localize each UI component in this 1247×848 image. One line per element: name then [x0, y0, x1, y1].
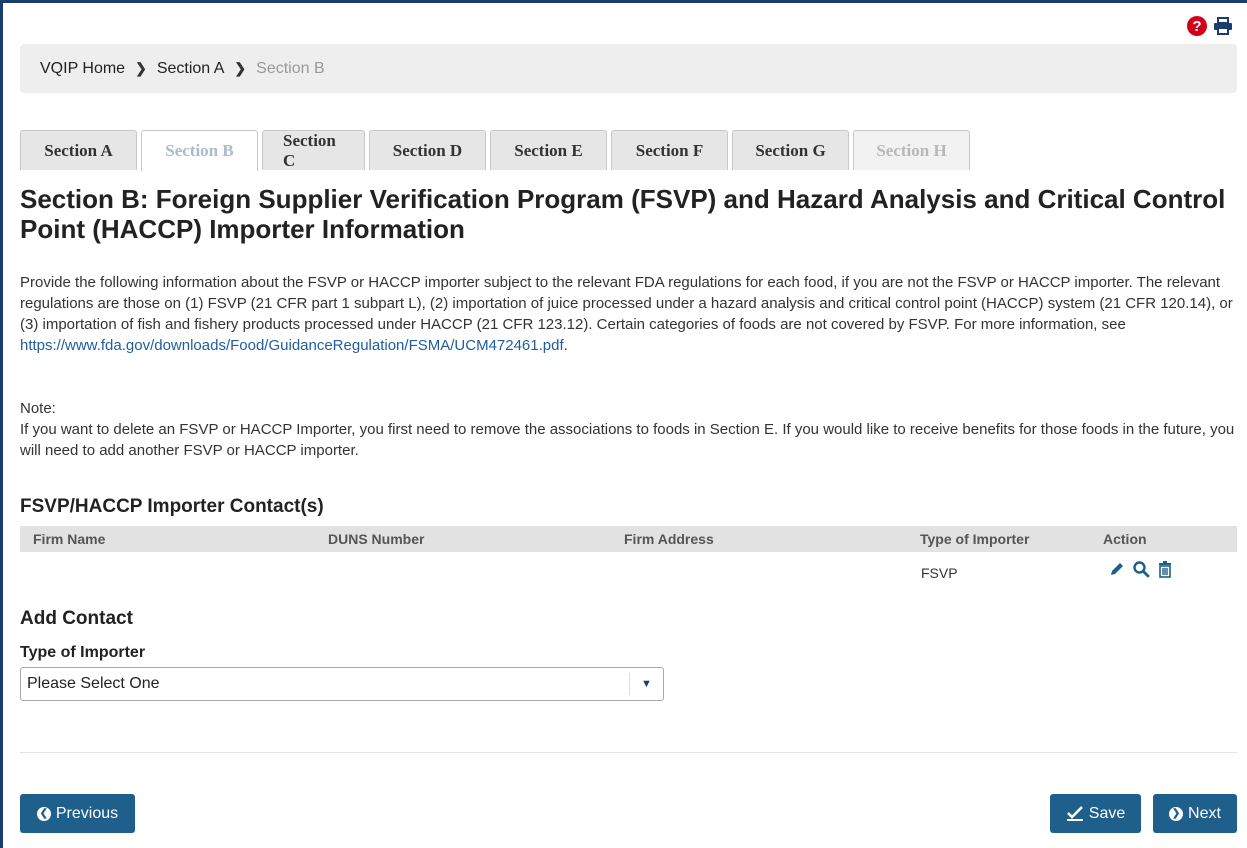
next-button[interactable]: ❯ Next	[1153, 794, 1237, 833]
intro-end: .	[563, 337, 568, 354]
note-block: Note: If you want to delete an FSVP or H…	[20, 398, 1235, 461]
breadcrumb-section-a[interactable]: Section A	[157, 60, 225, 78]
note-text: If you want to delete an FSVP or HACCP I…	[20, 421, 1235, 459]
type-of-importer-select[interactable]: Please Select One ▼	[20, 667, 664, 701]
print-icon[interactable]	[1213, 17, 1233, 35]
edit-pencil-icon[interactable]	[1108, 560, 1126, 578]
tab-section-f[interactable]: Section F	[611, 130, 728, 170]
tab-section-g[interactable]: Section G	[732, 130, 849, 170]
type-of-importer-value: Please Select One	[27, 675, 160, 692]
chevron-right-icon: ❯	[1169, 806, 1184, 821]
help-icon[interactable]: ?	[1187, 16, 1207, 36]
chevron-left-icon: ❮	[36, 806, 51, 821]
table-row: FSVP	[20, 552, 1237, 592]
divider	[20, 752, 1237, 753]
breadcrumb-vqip-home[interactable]: VQIP Home	[40, 60, 125, 78]
intro-text: Provide the following information about …	[20, 272, 1235, 356]
save-check-icon	[1066, 805, 1083, 821]
next-label: Next	[1188, 804, 1221, 822]
chevron-down-icon: ▼	[629, 673, 663, 695]
tab-section-e[interactable]: Section E	[490, 130, 607, 170]
contacts-title: FSVP/HACCP Importer Contact(s)	[20, 496, 324, 517]
column-firm-name[interactable]: Firm Name	[33, 531, 105, 547]
tab-section-b[interactable]: Section B	[141, 130, 258, 171]
page-title: Section B: Foreign Supplier Verification…	[20, 184, 1226, 244]
save-button[interactable]: Save	[1050, 794, 1141, 833]
column-duns-number[interactable]: DUNS Number	[328, 531, 424, 547]
table-header: Firm Name DUNS Number Firm Address Type …	[20, 526, 1237, 552]
add-contact-title: Add Contact	[20, 608, 133, 629]
breadcrumb-separator-icon: ❯	[234, 60, 247, 76]
column-action: Action	[1103, 531, 1147, 547]
section-tabs: Section A Section B Section C Section D …	[20, 130, 970, 171]
guidance-link[interactable]: https://www.fda.gov/downloads/Food/Guida…	[20, 337, 564, 354]
tab-section-h: Section H	[853, 130, 970, 170]
top-toolbar: ?	[1187, 16, 1233, 36]
column-firm-address[interactable]: Firm Address	[624, 531, 714, 547]
cell-type-of-importer: FSVP	[921, 565, 958, 581]
tab-section-a[interactable]: Section A	[20, 130, 137, 170]
column-type-of-importer[interactable]: Type of Importer	[920, 531, 1029, 547]
type-of-importer-label: Type of Importer	[20, 644, 146, 661]
save-label: Save	[1088, 804, 1126, 822]
tab-section-d[interactable]: Section D	[369, 130, 486, 170]
breadcrumb-separator-icon: ❯	[135, 60, 147, 76]
previous-label: Previous	[55, 804, 119, 822]
note-label: Note:	[20, 400, 56, 417]
contacts-table: Firm Name DUNS Number Firm Address Type …	[20, 526, 1237, 592]
trash-icon[interactable]	[1156, 560, 1174, 578]
row-actions	[1108, 560, 1174, 578]
tab-section-c[interactable]: Section C	[262, 130, 365, 170]
intro-body: Provide the following information about …	[20, 274, 1233, 333]
breadcrumb-section-b: Section B	[256, 59, 325, 77]
breadcrumb: VQIP Home ❯ Section A ❯ Section B	[20, 44, 1237, 93]
previous-button[interactable]: ❮ Previous	[20, 794, 135, 833]
search-icon[interactable]	[1132, 560, 1150, 578]
